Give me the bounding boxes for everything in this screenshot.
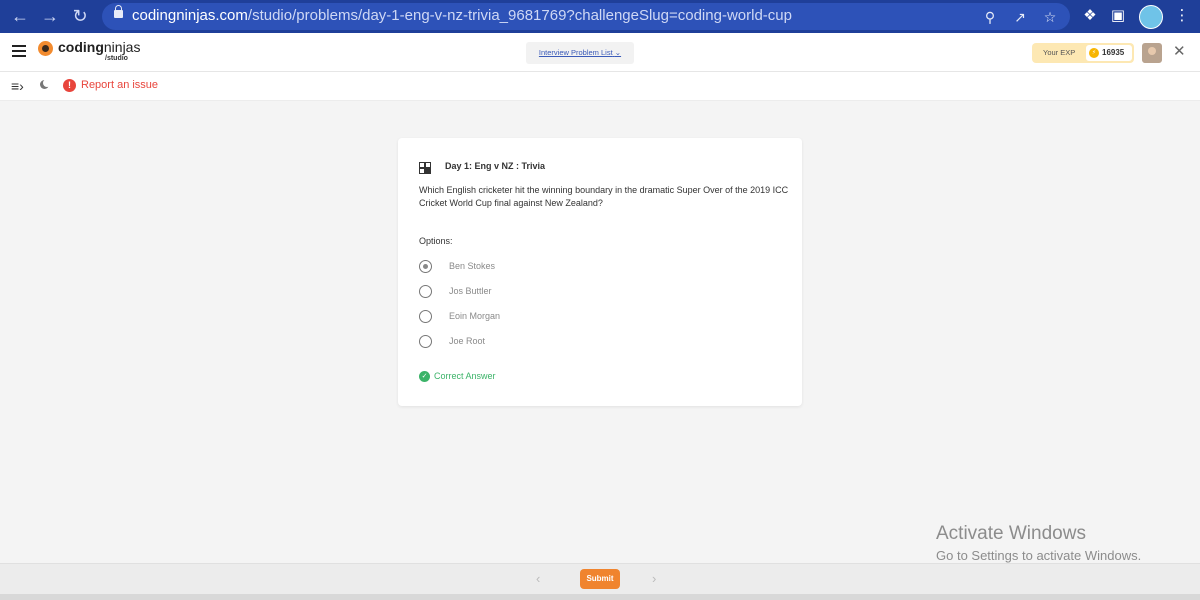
submit-button[interactable]: Submit: [580, 569, 620, 589]
exp-value: 16935: [1102, 48, 1125, 57]
url-path: /studio/problems/day-1-eng-v-nz-trivia_9…: [247, 7, 792, 24]
lock-icon: [114, 5, 123, 18]
option-label: Eoin Morgan: [449, 311, 501, 321]
browser-profile-avatar[interactable]: [1139, 5, 1163, 29]
radio-button[interactable]: [419, 310, 432, 323]
exp-badge[interactable]: Your EXP ⚡ 16935: [1032, 43, 1134, 63]
dark-mode-moon-icon[interactable]: [40, 79, 51, 89]
back-arrow-icon[interactable]: ←: [8, 4, 32, 28]
user-avatar[interactable]: [1142, 43, 1162, 63]
url-domain: codingninjas.com: [132, 7, 248, 24]
bookmark-star-icon[interactable]: ☆: [1040, 7, 1060, 27]
option-label: Joe Root: [449, 336, 486, 346]
logo-subtitle: /studio: [105, 55, 128, 62]
sidepanel-icon[interactable]: ▣: [1108, 6, 1128, 26]
chevron-down-icon: ⌄: [614, 48, 622, 57]
alert-icon: !: [63, 79, 76, 92]
quiz-title: Day 1: Eng v NZ : Trivia: [445, 161, 546, 171]
check-circle-icon: ✓: [419, 371, 430, 382]
taskbar-strip: [0, 594, 1200, 600]
option-eoin-morgan[interactable]: Eoin Morgan: [419, 309, 719, 325]
quiz-card: Day 1: Eng v NZ : Trivia Which English c…: [398, 138, 802, 406]
radio-button[interactable]: [419, 335, 432, 348]
close-icon[interactable]: ✕: [1173, 43, 1186, 61]
radio-button-selected[interactable]: [419, 260, 432, 273]
logo-bold: coding: [58, 39, 104, 55]
logo-light: ninjas: [103, 39, 141, 55]
problem-list-label: Interview Problem List: [538, 48, 613, 57]
option-ben-stokes[interactable]: Ben Stokes: [419, 259, 719, 275]
forward-arrow-icon[interactable]: →: [38, 4, 62, 28]
share-icon[interactable]: ↗: [1010, 7, 1030, 27]
option-label: Jos Buttler: [449, 286, 492, 296]
radio-button[interactable]: [419, 285, 432, 298]
extensions-puzzle-icon[interactable]: ❖: [1080, 6, 1100, 26]
quiz-grid-icon: [419, 162, 431, 174]
coin-icon: ⚡: [1089, 48, 1099, 58]
reload-icon[interactable]: ↻: [68, 4, 92, 28]
browser-toolbar: ← → ↻ codingninjas.com/studio/problems/d…: [0, 0, 1200, 33]
next-chevron-icon[interactable]: ›: [652, 571, 656, 586]
search-icon[interactable]: ⚲: [980, 7, 1000, 27]
windows-watermark-subtitle: Go to Settings to activate Windows.: [936, 548, 1142, 563]
app-header: codingninjas /studio Interview Problem L…: [0, 33, 1200, 72]
codingninjas-logo-icon[interactable]: [38, 41, 53, 56]
option-jos-buttler[interactable]: Jos Buttler: [419, 284, 719, 300]
footer-bar: ‹ Submit ›: [0, 563, 1200, 594]
url-text[interactable]: codingninjas.com/studio/problems/day-1-e…: [132, 7, 792, 24]
exp-label: Your EXP: [1043, 48, 1076, 57]
browser-menu-icon[interactable]: ⋮: [1172, 6, 1192, 26]
options-label: Options:: [419, 236, 453, 246]
option-label: Ben Stokes: [449, 261, 496, 271]
prev-chevron-icon[interactable]: ‹: [536, 571, 540, 586]
option-joe-root[interactable]: Joe Root: [419, 334, 719, 350]
question-text: Which English cricketer hit the winning …: [419, 185, 789, 208]
interview-problem-list-dropdown[interactable]: Interview Problem List ⌄: [526, 42, 634, 64]
logo-text[interactable]: codingninjas: [58, 39, 140, 55]
problem-toolbar: ≡› ! Report an issue: [0, 72, 1200, 101]
windows-watermark-title: Activate Windows: [936, 523, 1086, 544]
address-bar[interactable]: codingninjas.com/studio/problems/day-1-e…: [102, 3, 1070, 30]
result-text: Correct Answer: [434, 371, 496, 381]
report-issue-link[interactable]: Report an issue: [81, 79, 158, 91]
collapse-panel-icon[interactable]: ≡›: [11, 79, 24, 93]
hamburger-menu-icon[interactable]: [12, 45, 26, 57]
exp-value-box: ⚡ 16935: [1086, 45, 1132, 61]
